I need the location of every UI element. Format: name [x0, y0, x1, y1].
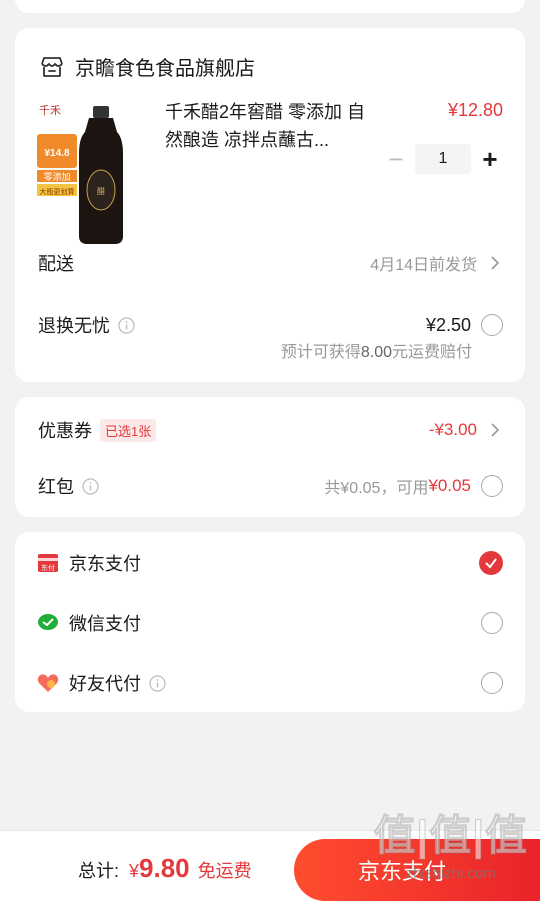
payment-option-wechat[interactable]: 微信支付 — [37, 610, 503, 636]
product-badge-zero-additive: 零添加 — [43, 172, 70, 182]
redpacket-available: ¥0.05 — [428, 476, 471, 495]
product-title[interactable]: 千禾醋2年窖醋 零添加 自然酿造 凉拌点蘸古... — [165, 98, 365, 154]
info-icon[interactable] — [149, 674, 166, 692]
chevron-right-icon — [491, 423, 500, 437]
friend-pay-icon — [37, 674, 59, 692]
free-shipping-label: 免运费 — [197, 861, 252, 881]
submit-payment-button[interactable]: 京东支付 — [294, 839, 540, 901]
redpacket-row: 红包 共¥0.05，可用 ¥0.05 — [38, 473, 503, 499]
return-insurance-price: ¥2.50 — [425, 314, 471, 335]
store-card: 京瞻食色食品旗舰店 千禾 醋 ¥14.8 零添加 大瓶更划算 千禾醋2年窖醋 零… — [15, 28, 525, 382]
product-badge-big-bottle: 大瓶更划算 — [40, 187, 75, 196]
product-brand-logo: 千禾 — [39, 104, 61, 117]
quantity-input[interactable]: 1 — [415, 144, 471, 174]
payment-label-wechat: 微信支付 — [69, 614, 141, 634]
quantity-stepper: − 1 + — [383, 144, 503, 174]
quantity-minus-button[interactable]: − — [383, 146, 409, 172]
delivery-value: 4月14日前发货 — [370, 257, 477, 274]
product-price: ¥12.80 — [447, 100, 503, 120]
jd-pay-icon: 东付 — [38, 554, 58, 572]
return-insurance-radio[interactable] — [481, 314, 503, 336]
chevron-right-icon — [491, 256, 500, 270]
return-insurance-label: 退换无忧 — [38, 316, 110, 336]
product-image[interactable]: 千禾 醋 ¥14.8 零添加 大瓶更划算 — [37, 98, 147, 248]
product-price-tag: ¥14.8 — [44, 148, 69, 159]
checkout-bar: 总计: ¥ 9.80 免运费 京东支付 — [0, 830, 540, 908]
info-icon[interactable] — [118, 316, 135, 334]
store-name: 京瞻食色食品旗舰店 — [75, 58, 255, 80]
quantity-plus-button[interactable]: + — [477, 146, 503, 172]
return-insurance-row: 退换无忧 ¥2.50 — [38, 312, 503, 338]
discount-card: 优惠券 已选1张 -¥3.00 红包 共¥0.05，可用 ¥0.05 — [15, 397, 525, 517]
redpacket-radio[interactable] — [481, 475, 503, 497]
coupon-label: 优惠券 — [38, 421, 92, 441]
previous-card — [15, 0, 525, 13]
product-bottle-image: 千禾 醋 ¥14.8 零添加 大瓶更划算 — [37, 104, 123, 244]
note-prefix: 预计可获得 — [280, 344, 361, 361]
payment-option-friend[interactable]: 好友代付 — [37, 670, 503, 696]
payment-option-jdpay[interactable]: 东付 京东支付 — [37, 550, 503, 576]
redpacket-label: 红包 — [38, 477, 74, 497]
redpacket-total: 共¥0.05，可用 — [324, 480, 429, 497]
store-header[interactable]: 京瞻食色食品旗舰店 — [39, 52, 255, 81]
check-icon — [485, 558, 497, 569]
svg-text:东付: 东付 — [41, 563, 55, 572]
svg-text:醋: 醋 — [97, 186, 105, 196]
total-value: 9.80 — [139, 853, 190, 883]
note-amount: 8.00 — [360, 344, 392, 361]
coupon-value: -¥3.00 — [428, 420, 477, 439]
total-currency: ¥ — [129, 861, 140, 881]
coupon-row[interactable]: 优惠券 已选1张 -¥3.00 — [38, 417, 503, 443]
payment-radio[interactable] — [481, 672, 503, 694]
total-label: 总计: — [78, 861, 120, 881]
payment-label-jdpay: 京东支付 — [69, 554, 141, 574]
payment-radio[interactable] — [481, 612, 503, 634]
delivery-row[interactable]: 配送 4月14日前发货 — [38, 250, 503, 276]
info-icon[interactable] — [82, 477, 99, 495]
wechat-pay-icon — [38, 614, 58, 630]
return-insurance-note: 预计可获得8.00元运费赔付 — [281, 338, 472, 362]
coupon-selected-badge: 已选1张 — [100, 418, 157, 442]
payment-radio-checked[interactable] — [479, 551, 503, 575]
note-suffix: 元运费赔付 — [391, 344, 472, 361]
payment-card: 东付 京东支付 微信支付 好友代付 — [15, 532, 525, 712]
store-icon — [41, 56, 63, 77]
order-total: 总计: ¥ 9.80 免运费 — [78, 853, 252, 884]
delivery-label: 配送 — [38, 254, 74, 274]
payment-label-friend: 好友代付 — [69, 674, 141, 694]
